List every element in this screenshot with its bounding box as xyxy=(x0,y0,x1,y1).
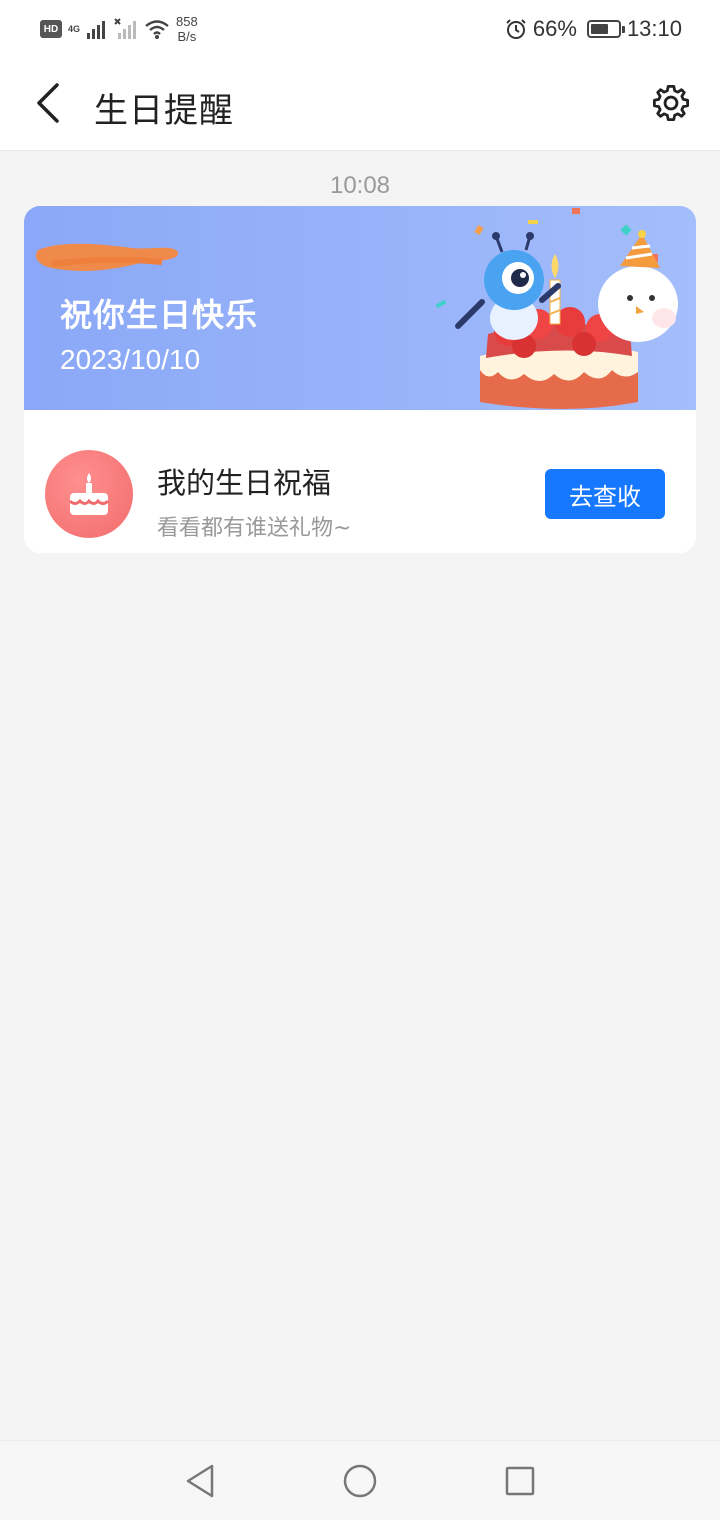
birthday-cake-illustration xyxy=(435,208,678,409)
gear-icon xyxy=(652,84,690,122)
nav-recents-icon xyxy=(505,1466,535,1496)
view-gifts-button[interactable]: 去查收 xyxy=(545,469,665,519)
birthday-card[interactable]: 祝你生日快乐 2023/10/10 我的生日祝福 看看都有谁送礼物~ 去查收 xyxy=(24,206,696,553)
birthday-banner[interactable]: 祝你生日快乐 2023/10/10 xyxy=(24,206,696,410)
app-header: 生日提醒 xyxy=(0,56,720,151)
gift-subtitle: 看看都有谁送礼物~ xyxy=(157,516,352,541)
message-timestamp: 10:08 xyxy=(329,172,391,199)
banner-date: 2023/10/10 xyxy=(60,344,201,375)
battery-percent: 66% xyxy=(532,16,577,41)
status-left: HD 4G 858 B/s xyxy=(40,12,198,46)
speed-value: 858 xyxy=(176,14,198,29)
status-right: 66% 13:10 xyxy=(505,12,682,46)
gift-row[interactable]: 我的生日祝福 看看都有谁送礼物~ 去查收 xyxy=(24,410,696,553)
page-title: 生日提醒 xyxy=(94,91,234,131)
battery-tip xyxy=(621,26,625,33)
signal-icon xyxy=(87,21,106,39)
alarm-icon xyxy=(506,19,526,39)
network-speed: 858 B/s xyxy=(176,14,198,44)
back-icon xyxy=(37,83,59,123)
nav-back-button[interactable] xyxy=(180,1461,220,1501)
clock: 13:10 xyxy=(626,16,682,41)
nav-home-button[interactable] xyxy=(340,1461,380,1501)
hd-icon: HD xyxy=(40,20,62,38)
status-bar: HD 4G 858 B/s 66% 13:10 xyxy=(0,0,720,56)
signal-off-icon xyxy=(114,18,137,39)
banner-title: 祝你生日快乐 xyxy=(60,296,259,334)
nav-recents-button[interactable] xyxy=(500,1461,540,1501)
cake-icon xyxy=(68,473,110,515)
gift-title: 我的生日祝福 xyxy=(157,466,332,500)
battery-icon xyxy=(586,20,625,38)
wifi-icon xyxy=(145,20,169,39)
nav-back-icon xyxy=(186,1464,214,1498)
battery-fill xyxy=(590,24,609,34)
cake-avatar xyxy=(45,450,133,538)
network-type-label: 4G xyxy=(68,23,81,34)
system-nav-bar xyxy=(0,1440,720,1520)
settings-button[interactable] xyxy=(648,80,694,126)
back-button[interactable] xyxy=(28,78,68,128)
nav-home-icon xyxy=(343,1464,377,1498)
redacted-name-scribble xyxy=(35,243,179,271)
speed-unit: B/s xyxy=(177,29,197,44)
